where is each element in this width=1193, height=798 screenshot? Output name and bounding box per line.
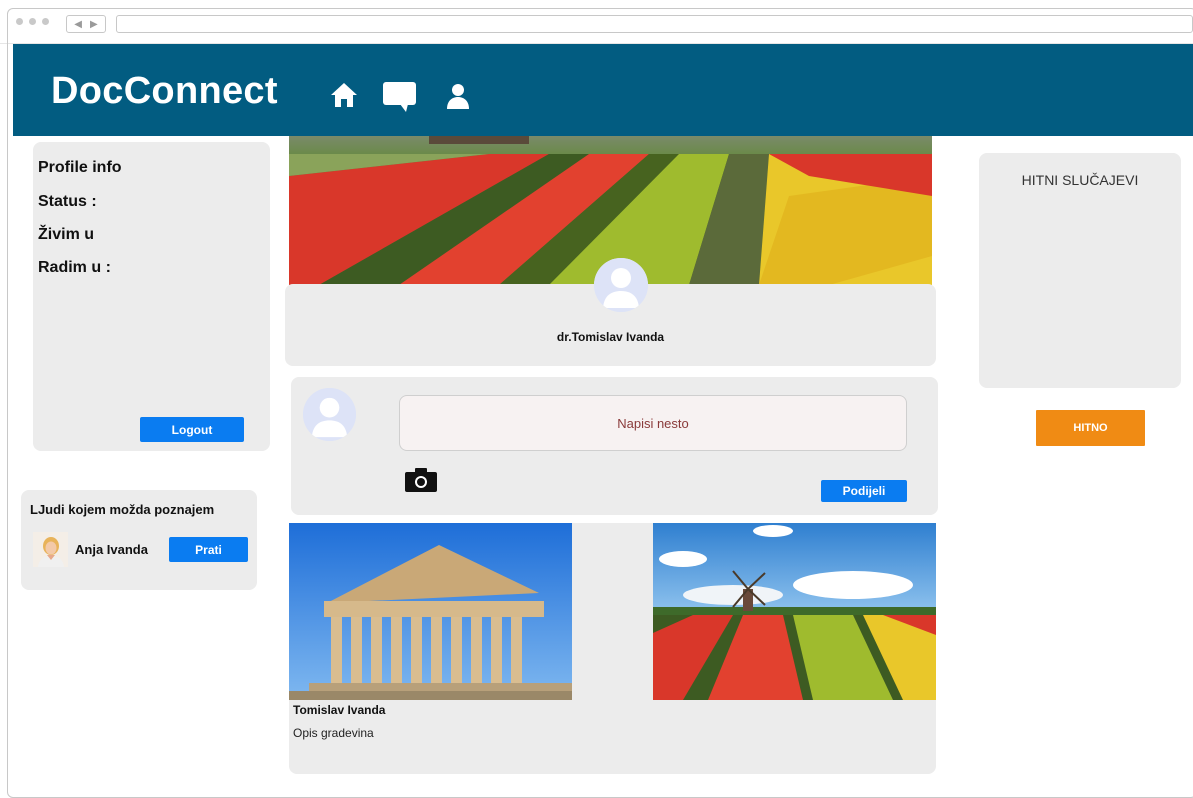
urgent-button[interactable]: HITNO <box>1036 410 1145 446</box>
profile-icon[interactable] <box>444 82 472 110</box>
post-description: Opis gradevina <box>293 726 374 740</box>
chat-icon[interactable] <box>382 81 418 113</box>
parthenon-image <box>289 523 572 700</box>
post-author[interactable]: Tomislav Ivanda <box>293 703 385 717</box>
forward-arrow-icon[interactable]: ▶ <box>90 19 98 30</box>
back-arrow-icon[interactable]: ◀ <box>74 19 82 30</box>
status-label: Status : <box>38 193 97 210</box>
windmill-image <box>653 523 936 700</box>
logout-button[interactable]: Logout <box>140 417 244 442</box>
window-dot[interactable] <box>16 18 23 25</box>
follow-button[interactable]: Prati <box>169 537 248 562</box>
user-avatar-icon <box>594 258 648 312</box>
urgent-cases-title: HITNI SLUČAJEVI <box>1021 172 1139 188</box>
browser-chrome: ◀ ▶ <box>0 0 1193 44</box>
feed-post-card: Tomislav Ivanda Opis gradevina <box>289 523 936 774</box>
home-icon[interactable] <box>329 81 359 109</box>
lives-in-label: Živim u <box>38 226 95 243</box>
window-dot[interactable] <box>42 18 49 25</box>
window-dot[interactable] <box>29 18 36 25</box>
person-name[interactable]: Anja Ivanda <box>75 542 148 557</box>
user-avatar-icon <box>303 388 356 441</box>
app-header: DocConnect <box>13 44 1193 136</box>
person-photo-icon <box>33 532 68 567</box>
profile-name[interactable]: dr.Tomislav Ivanda <box>285 330 936 344</box>
profile-avatar[interactable] <box>594 258 648 312</box>
person-avatar[interactable] <box>33 532 68 567</box>
post-image-windmill[interactable] <box>653 523 936 700</box>
address-bar[interactable] <box>116 15 1193 33</box>
post-composer-card: Podijeli <box>291 377 938 515</box>
urgent-cases-card: HITNI SLUČAJEVI <box>979 153 1181 388</box>
profile-info-title: Profile info <box>38 159 122 176</box>
composer-avatar <box>303 388 356 441</box>
share-button[interactable]: Podijeli <box>821 480 907 502</box>
camera-icon[interactable] <box>405 468 437 492</box>
app-logo[interactable]: DocConnect <box>51 70 278 113</box>
people-title: LJudi kojem možda poznajem <box>30 502 215 517</box>
works-at-label: Radim u : <box>38 259 111 276</box>
people-you-may-know-card: LJudi kojem možda poznajem Anja Ivanda P… <box>21 490 257 590</box>
browser-nav-buttons[interactable]: ◀ ▶ <box>66 15 106 33</box>
post-image-parthenon[interactable] <box>289 523 572 700</box>
browser-window: ◀ ▶ DocConnect Profile info Status : Živ… <box>0 0 1193 798</box>
profile-info-card: Profile info Status : Živim u Radim u : … <box>33 142 270 451</box>
window-controls <box>16 18 49 25</box>
post-input[interactable] <box>399 395 907 451</box>
